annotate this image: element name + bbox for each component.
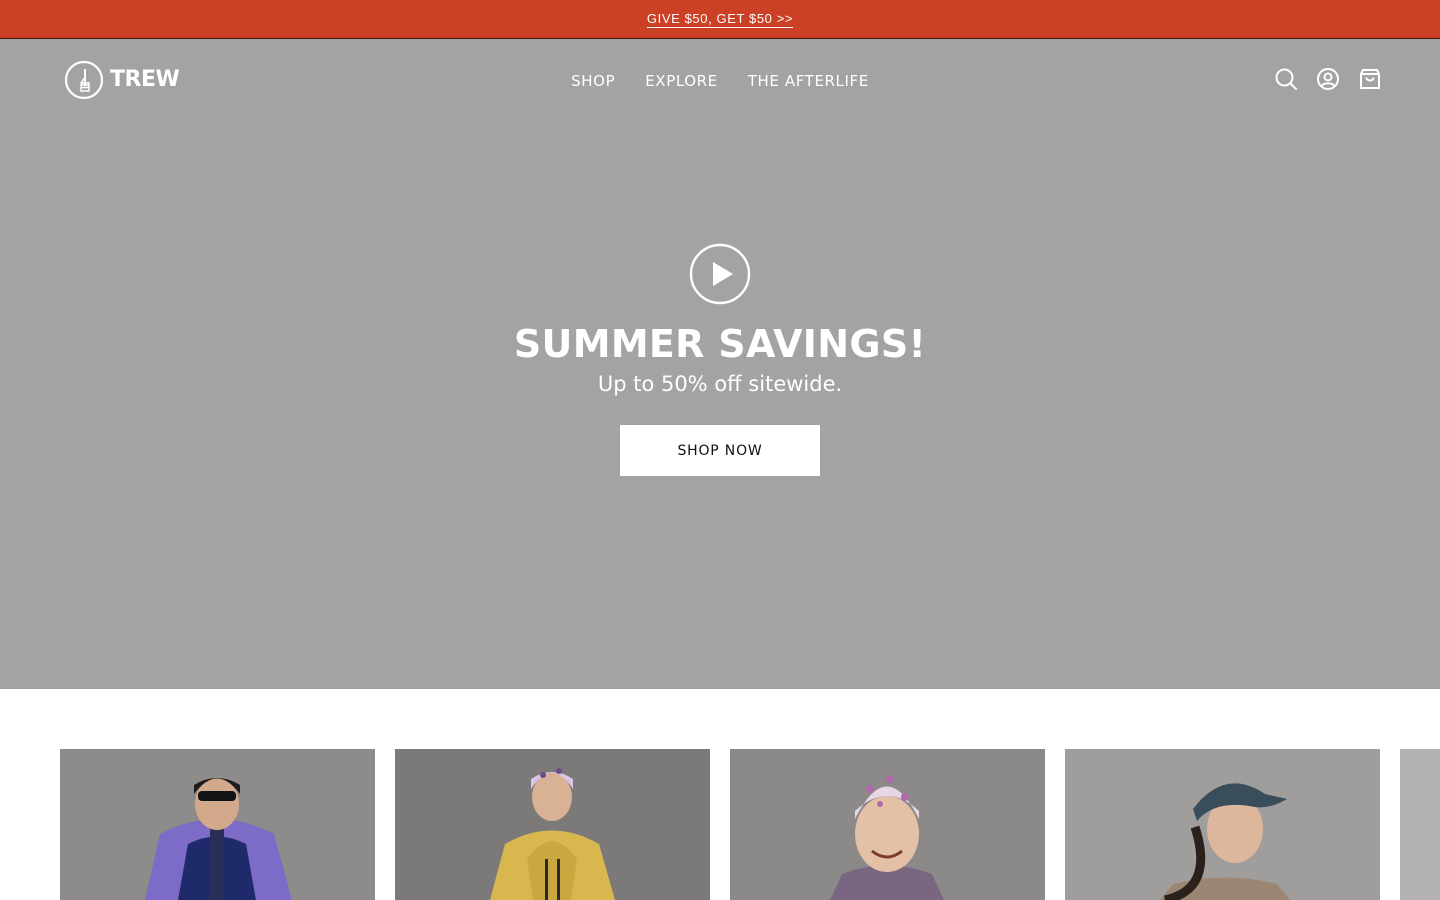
shop-now-button[interactable]: SHOP NOW	[620, 425, 820, 476]
product-image-1	[60, 749, 375, 900]
product-card-5[interactable]	[1400, 749, 1440, 900]
product-card-1[interactable]	[60, 749, 375, 900]
product-image-5	[1400, 749, 1440, 900]
announcement-bar: GIVE $50, GET $50 >>	[0, 0, 1440, 39]
hero-title: SUMMER SAVINGS!	[513, 322, 927, 366]
header-actions	[1274, 67, 1382, 91]
account-icon[interactable]	[1316, 67, 1340, 91]
announcement-link[interactable]: GIVE $50, GET $50 >>	[646, 11, 794, 28]
product-card-4[interactable]	[1065, 749, 1380, 900]
product-card-2[interactable]	[395, 749, 710, 900]
shopping-bag-icon[interactable]	[1358, 67, 1382, 91]
hero-subtitle: Up to 50% off sitewide.	[597, 372, 843, 396]
product-image-4	[1065, 749, 1380, 900]
nav-item-shop[interactable]: SHOP	[571, 72, 615, 90]
product-image-2	[395, 749, 710, 900]
search-icon[interactable]	[1274, 67, 1298, 91]
nav-item-explore[interactable]: EXPLORE	[645, 72, 718, 90]
hero-content: SUMMER SAVINGS! Up to 50% off sitewide. …	[0, 243, 1440, 476]
nav-item-the-afterlife[interactable]: THE AFTERLIFE	[748, 72, 869, 90]
main-nav: SHOP EXPLORE THE AFTERLIFE	[0, 39, 1440, 123]
brand-name: TREW	[110, 67, 180, 92]
thumbs-up-circle-icon	[64, 60, 104, 100]
play-icon[interactable]	[689, 243, 751, 305]
logo-link[interactable]: TREW	[64, 60, 180, 100]
product-carousel	[0, 749, 1440, 900]
product-image-3	[730, 749, 1045, 900]
product-card-3[interactable]	[730, 749, 1045, 900]
site-header: TREW SHOP EXPLORE THE AFTERLIFE	[0, 39, 1440, 123]
